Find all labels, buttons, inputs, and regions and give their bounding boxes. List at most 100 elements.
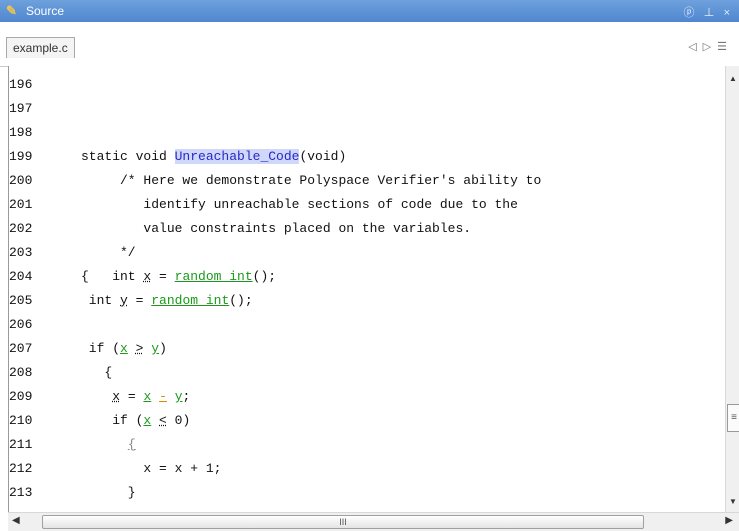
code-line: 199 static void Unreachable_Code(void) [9,145,726,169]
code-token: int [81,293,121,308]
line-number: 210 [9,413,33,428]
code-token: ; [182,389,191,404]
function-call-random-int[interactable]: random_int [151,293,229,308]
code-editor[interactable]: 196 197 198 199 static void Unreachable_C… [8,66,726,512]
scroll-up-icon[interactable]: ▲ [729,74,737,83]
code-line: 213 } [9,481,726,505]
code-text: { [81,433,136,457]
tab-prev-icon[interactable]: ◁ [688,41,702,53]
code-token: (); [229,293,253,308]
line-number: 202 [9,221,33,236]
tab-navigation: ◁▷☰ [688,40,733,53]
pane-title: Source [26,4,65,18]
operator-less[interactable]: < [159,413,167,428]
code-line: 201 identify unreachable sections of cod… [9,193,726,217]
line-number: 203 [9,245,33,260]
code-line: 210 if (x < 0) [9,409,726,433]
code-text: */ [81,245,136,260]
code-line: 198 [9,121,726,145]
line-number: 200 [9,173,33,188]
tab-strip: example.c ◁▷☰ [0,22,739,67]
unreachable-brace[interactable]: { [128,437,136,452]
code-text: x = x - y; [81,385,190,409]
code-text: { int x = random_int(); [81,265,276,289]
line-number: 201 [9,197,33,212]
code-text: identify unreachable sections of code du… [81,197,518,212]
code-line: 200 /* Here we demonstrate Polyspace Ver… [9,169,726,193]
code-line: 205 int y = random_int(); [9,289,726,313]
code-text: value constraints placed on the variable… [81,221,472,236]
code-token: = [151,269,175,284]
code-text: if (x < 0) [81,409,190,433]
code-text: int y = random_int(); [81,289,253,313]
code-line: 202 value constraints placed on the vari… [9,217,726,241]
tab-menu-icon[interactable]: ☰ [717,41,733,53]
function-name-highlight[interactable]: Unreachable_Code [174,149,300,164]
code-token: (); [252,269,277,284]
code-token: { int [81,269,144,284]
tab-example-c[interactable]: example.c [6,37,75,58]
line-number: 208 [9,365,33,380]
code-line: 197 [9,97,726,121]
variable-x[interactable]: x [120,341,128,356]
source-icon: ✎ [6,3,17,18]
vertical-scroll-thumb[interactable]: ≡ [727,404,739,432]
code-line: 207 if (x > y) [9,337,726,361]
code-text: /* Here we demonstrate Polyspace Verifie… [81,173,542,188]
code-line: 196 [9,73,726,97]
function-call-random-int[interactable]: random_int [175,269,253,284]
code-token: (void) [299,149,347,164]
line-number: 207 [9,341,33,356]
horizontal-scroll-thumb[interactable]: III [42,515,644,529]
line-number: 198 [9,125,33,140]
horizontal-scrollbar[interactable]: ◀ III ▶ [8,512,739,531]
code-text: { [81,365,113,380]
code-token: if ( [81,413,144,428]
code-line: 204 { int x = random_int(); [9,265,726,289]
operator-minus[interactable]: - [159,389,167,404]
line-number: 199 [9,149,33,164]
variable-x[interactable]: x [112,389,120,404]
source-pane-titlebar: ✎ Source ⓟ ⊥ × [0,0,739,22]
code-text: } [81,485,136,500]
scroll-left-icon[interactable]: ◀ [12,515,20,526]
code-line: 203 */ [9,241,726,265]
code-line: 206 [9,313,726,337]
code-token: 0) [166,413,191,428]
code-text: if (x > y) [81,337,167,361]
variable-y[interactable]: y [151,341,159,356]
line-number: 212 [9,461,33,476]
line-number: 205 [9,293,33,308]
line-number: 209 [9,389,33,404]
code-line: 208 { [9,361,726,385]
line-number: 206 [9,317,33,332]
line-number: 204 [9,269,33,284]
scroll-right-icon[interactable]: ▶ [725,515,733,526]
line-number: 196 [9,77,33,92]
code-token: static void [81,149,175,164]
code-text: x = x + 1; [81,461,222,476]
code-token: ) [159,341,167,356]
code-line: 209 x = x - y; [9,385,726,409]
variable-y[interactable]: y [120,293,128,308]
code-line: 211 { [9,433,726,457]
line-number: 211 [9,437,33,452]
scroll-down-icon[interactable]: ▼ [729,497,737,506]
code-token: if ( [81,341,121,356]
code-text: static void Unreachable_Code(void) [81,145,346,169]
code-token: = [120,389,144,404]
line-number: 197 [9,101,33,116]
tab-next-icon[interactable]: ▷ [703,41,717,53]
vertical-scrollbar[interactable]: ▲ ≡ ▼ [725,66,739,512]
line-number: 213 [9,485,33,500]
code-token: = [127,293,152,308]
pane-window-controls[interactable]: ⓟ ⊥ × [683,4,733,20]
code-line: 212 x = x + 1; [9,457,726,481]
variable-y[interactable]: y [175,389,183,404]
